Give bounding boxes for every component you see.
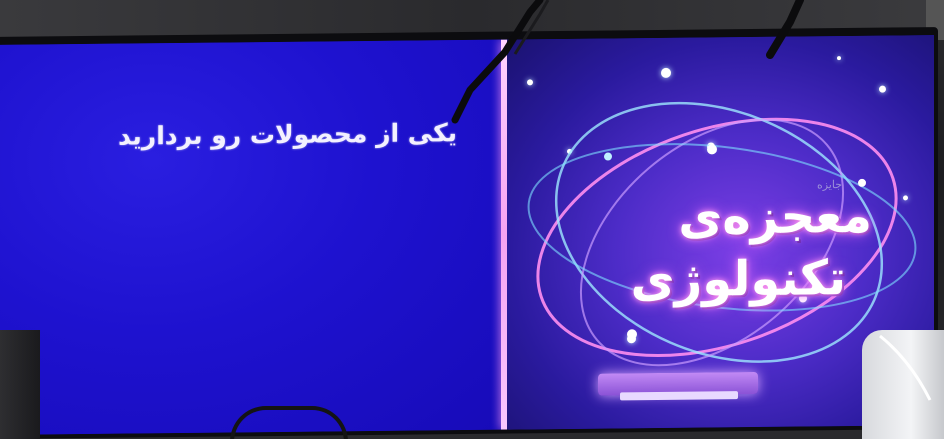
stage-bar — [620, 391, 738, 401]
room-right-object — [862, 330, 944, 439]
room-left-object — [0, 330, 40, 439]
tv-screen: یکی از محصولات رو بردارید جایزه معجزه‌ی — [0, 35, 934, 435]
brand-title-line-1: معجزه‌ی — [678, 187, 872, 246]
brand-title-line-2: تکنولوژی — [630, 250, 846, 309]
instruction-panel: یکی از محصولات رو بردارید — [0, 39, 505, 435]
instruction-text: یکی از محصولات رو بردارید — [117, 118, 457, 151]
tv-cable-loop — [230, 406, 348, 439]
photo-scene: یکی از محصولات رو بردارید جایزه معجزه‌ی — [0, 0, 944, 439]
